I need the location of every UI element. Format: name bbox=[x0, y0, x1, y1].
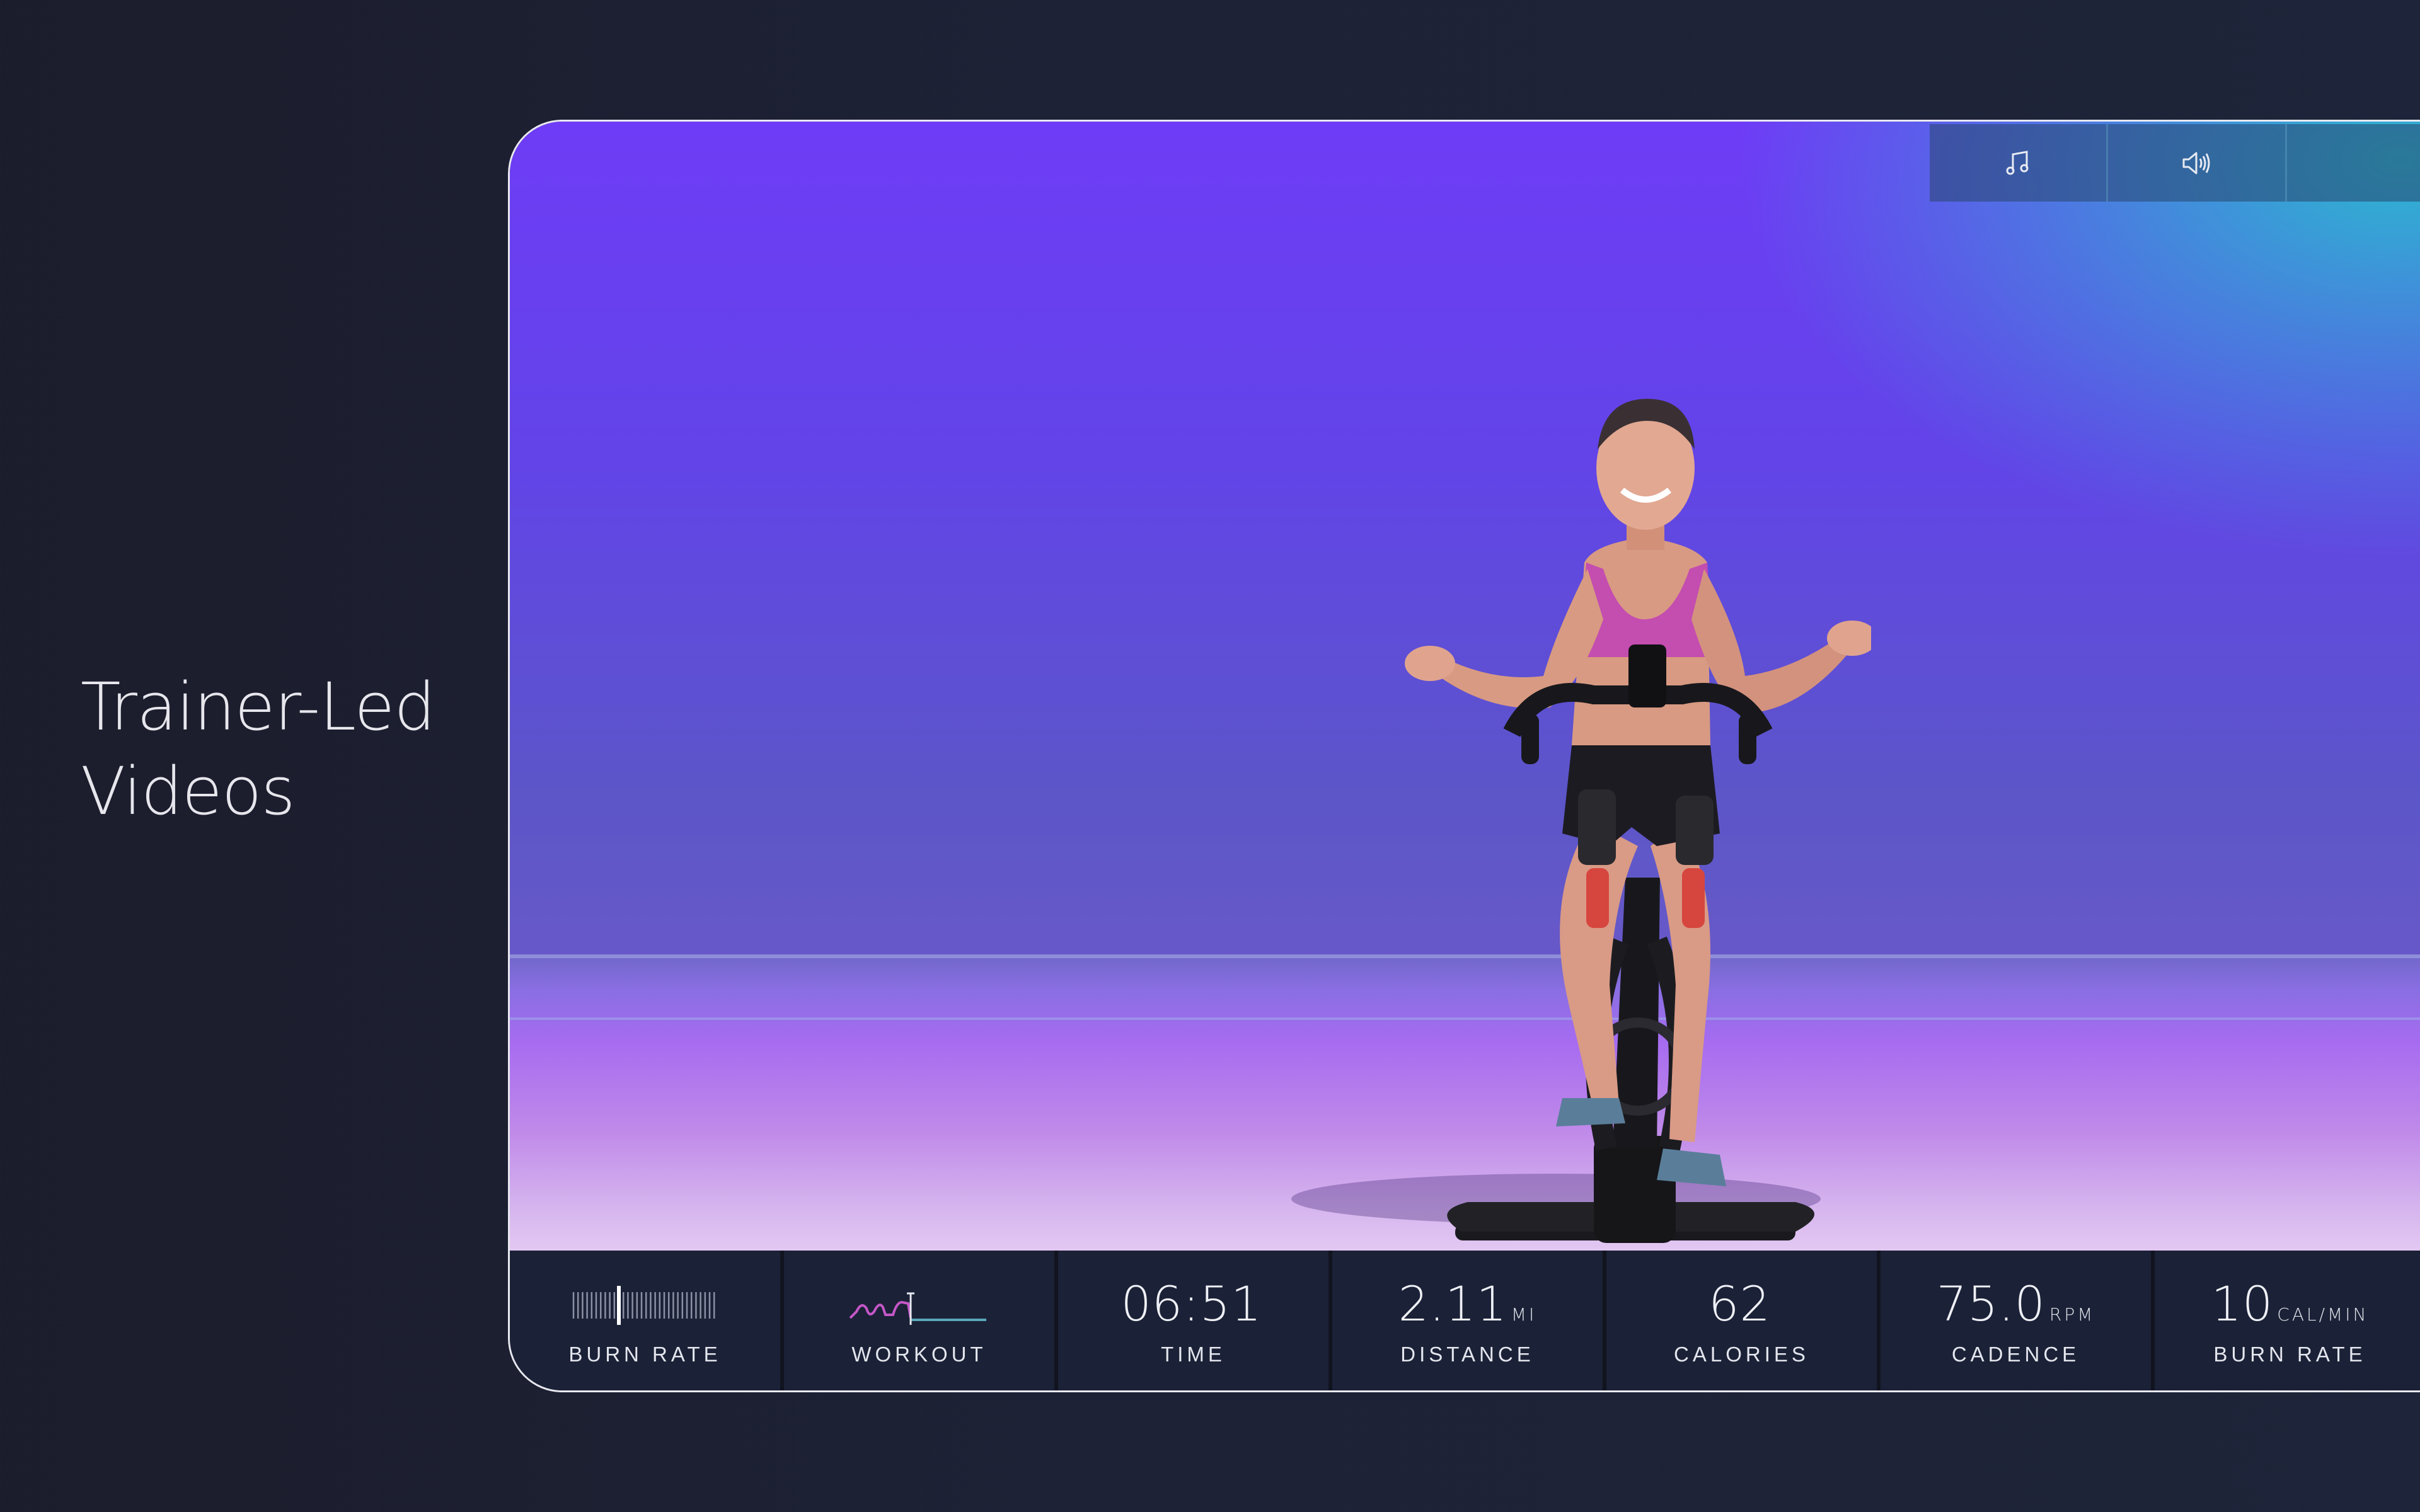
metric-value: 06:51 bbox=[1121, 1276, 1262, 1332]
headline-line-2: Videos bbox=[81, 753, 296, 830]
metric-label: BURN RATE bbox=[2213, 1343, 2366, 1366]
music-note-icon bbox=[2006, 150, 2029, 175]
trainer-video[interactable] bbox=[510, 122, 2420, 1251]
metric-label: BURN RATE bbox=[568, 1343, 722, 1366]
volume-button[interactable] bbox=[2106, 124, 2285, 202]
metrics-bar: BURN RATE WORKOUT 06:51 TIME 2.11 MI DIS… bbox=[510, 1251, 2420, 1390]
metric-value: 62 bbox=[1708, 1276, 1771, 1332]
metric-burn-rate-gauge: BURN RATE bbox=[510, 1251, 784, 1390]
player-controls bbox=[1930, 124, 2420, 202]
feature-headline: Trainer-Led Videos bbox=[81, 665, 471, 833]
metric-unit: MI bbox=[1511, 1304, 1537, 1325]
metric-unit: CAL/MIN bbox=[2277, 1304, 2369, 1325]
metric-label: CALORIES bbox=[1674, 1343, 1809, 1366]
metric-label: CADENCE bbox=[1951, 1343, 2080, 1366]
metric-unit: RPM bbox=[2049, 1304, 2095, 1325]
trainer-on-bike-image bbox=[1291, 399, 1871, 1243]
metric-value: 2.11 bbox=[1398, 1276, 1507, 1332]
metric-label: WORKOUT bbox=[851, 1343, 987, 1366]
metric-time: 06:51 TIME bbox=[1058, 1251, 1332, 1390]
metric-burn-rate: 10 CAL/MIN BURN RATE bbox=[2155, 1251, 2420, 1390]
metric-workout: WORKOUT bbox=[784, 1251, 1058, 1390]
metric-calories: 62 CALORIES bbox=[1606, 1251, 1881, 1390]
more-controls-button[interactable] bbox=[2285, 124, 2420, 202]
metric-distance: 2.11 MI DISTANCE bbox=[1332, 1251, 1606, 1390]
metric-label: DISTANCE bbox=[1400, 1343, 1535, 1366]
speaker-volume-icon bbox=[2182, 152, 2210, 174]
music-button[interactable] bbox=[1930, 124, 2106, 202]
bike-screen: BURN RATE WORKOUT 06:51 TIME 2.11 MI DIS… bbox=[508, 120, 2420, 1392]
headline-line-1: Trainer-Led bbox=[81, 668, 435, 745]
metric-value: 10 bbox=[2211, 1276, 2274, 1332]
burn-rate-meter bbox=[572, 1286, 715, 1325]
metric-cadence: 75.0 RPM CADENCE bbox=[1881, 1251, 2155, 1390]
workout-profile-graph bbox=[849, 1292, 986, 1325]
metric-label: TIME bbox=[1161, 1343, 1226, 1366]
metric-value: 75.0 bbox=[1936, 1276, 2046, 1332]
